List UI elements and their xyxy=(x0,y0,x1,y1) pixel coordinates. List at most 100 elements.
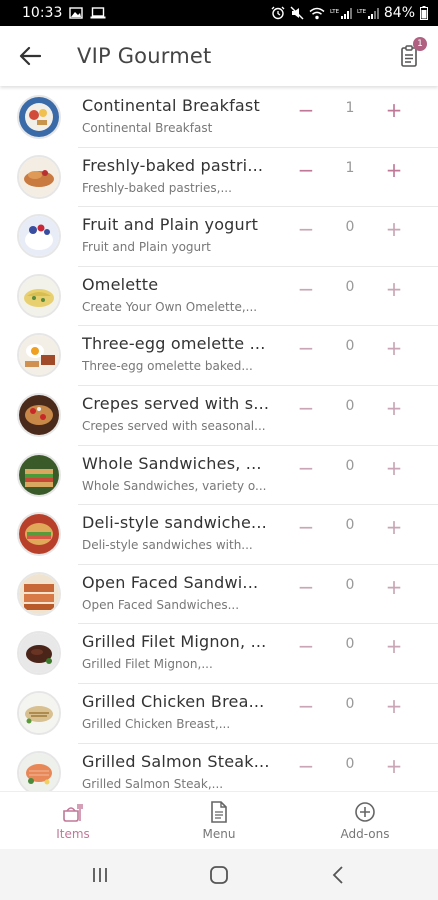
tab-items-label: Items xyxy=(56,826,90,841)
item-quantity: 1 xyxy=(345,159,355,176)
minus-icon: − xyxy=(297,98,315,122)
decrease-quantity-button[interactable]: − xyxy=(292,92,320,128)
item-name: Freshly-baked pastri... xyxy=(82,155,264,175)
increase-quantity-button[interactable]: + xyxy=(380,92,408,128)
menu-item-row[interactable]: Grilled Filet Mignon, ... Grilled Filet … xyxy=(0,624,438,684)
item-quantity: 0 xyxy=(345,636,355,653)
tab-menu[interactable]: Menu xyxy=(146,792,292,849)
increase-quantity-button[interactable]: + xyxy=(380,748,408,784)
increase-quantity-button[interactable]: + xyxy=(380,569,408,605)
item-name: Grilled Chicken Brea... xyxy=(82,691,265,711)
increase-quantity-button[interactable]: + xyxy=(380,509,408,545)
system-back-button[interactable] xyxy=(318,855,358,895)
decrease-quantity-button[interactable]: − xyxy=(292,152,320,188)
decrease-quantity-button[interactable]: − xyxy=(292,211,320,247)
back-button[interactable] xyxy=(0,26,60,86)
increase-quantity-button[interactable]: + xyxy=(380,688,408,724)
decrease-quantity-button[interactable]: − xyxy=(292,271,320,307)
svg-text:LTE: LTE xyxy=(357,9,367,15)
menu-item-row[interactable]: Grilled Salmon Steak... Grilled Salmon S… xyxy=(0,744,438,791)
alarm-icon xyxy=(271,6,285,20)
item-quantity: 0 xyxy=(345,397,355,414)
item-description: Crepes served with seasonal... xyxy=(82,418,266,433)
item-quantity: 0 xyxy=(345,278,355,295)
item-description: Open Faced Sandwiches... xyxy=(82,597,240,612)
decrease-quantity-button[interactable]: − xyxy=(292,330,320,366)
minus-icon: − xyxy=(297,276,315,301)
item-name: Deli-style sandwiche... xyxy=(82,513,267,533)
menu-item-row[interactable]: Continental Breakfast Continental Breakf… xyxy=(0,88,438,148)
item-quantity: 0 xyxy=(345,219,355,236)
back-chevron-icon xyxy=(333,865,343,884)
plus-icon: + xyxy=(385,515,403,540)
minus-icon: − xyxy=(297,455,315,480)
decrease-quantity-button[interactable]: − xyxy=(292,509,320,545)
minus-icon: − xyxy=(297,217,315,242)
item-name: Grilled Filet Mignon, ... xyxy=(82,632,267,652)
item-description: Freshly-baked pastries,... xyxy=(82,180,232,195)
plus-icon: + xyxy=(385,217,403,242)
mute-icon xyxy=(290,6,304,20)
item-name: Omelette xyxy=(82,274,159,294)
item-description: Create Your Own Omelette,... xyxy=(82,299,258,314)
plus-icon: + xyxy=(385,98,403,122)
menu-item-row[interactable]: Whole Sandwiches, ... Whole Sandwiches, … xyxy=(0,446,438,506)
plus-icon: + xyxy=(385,336,403,361)
decrease-quantity-button[interactable]: − xyxy=(292,569,320,605)
plus-icon: + xyxy=(385,753,403,778)
recents-button[interactable] xyxy=(80,855,120,895)
item-description: Grilled Salmon Steak,... xyxy=(82,776,224,791)
increase-quantity-button[interactable]: + xyxy=(380,152,408,188)
salmon-steak-photo xyxy=(17,750,61,791)
menu-item-row[interactable]: Fruit and Plain yogurt Fruit and Plain y… xyxy=(0,207,438,267)
minus-icon: − xyxy=(297,574,315,599)
increase-quantity-button[interactable]: + xyxy=(380,390,408,426)
item-description: Fruit and Plain yogurt xyxy=(82,240,211,255)
yogurt-photo xyxy=(17,214,61,259)
increase-quantity-button[interactable]: + xyxy=(380,271,408,307)
menu-item-row[interactable]: Grilled Chicken Brea... Grilled Chicken … xyxy=(0,684,438,744)
increase-quantity-button[interactable]: + xyxy=(380,628,408,664)
item-name: Grilled Salmon Steak... xyxy=(82,751,270,771)
order-button[interactable]: 1 xyxy=(385,26,435,86)
menu-item-row[interactable]: Three-egg omelette ... Three-egg omelett… xyxy=(0,326,438,386)
tab-add-ons[interactable]: Add-ons xyxy=(292,792,438,849)
home-button[interactable] xyxy=(199,855,239,895)
minus-icon: − xyxy=(297,515,315,540)
plus-icon: + xyxy=(385,693,403,718)
item-name: Crepes served with s... xyxy=(82,393,270,413)
menu-item-row[interactable]: Crepes served with s... Crepes served wi… xyxy=(0,386,438,446)
menu-item-list[interactable]: Continental Breakfast Continental Breakf… xyxy=(0,86,438,791)
decrease-quantity-button[interactable]: − xyxy=(292,628,320,664)
system-navigation-bar xyxy=(0,849,438,900)
pastries-photo xyxy=(17,154,61,199)
plus-icon: + xyxy=(385,395,403,420)
arrow-left-icon xyxy=(19,46,41,66)
cart-count-badge: 1 xyxy=(413,37,427,51)
increase-quantity-button[interactable]: + xyxy=(380,330,408,366)
menu-item-row[interactable]: Deli-style sandwiche... Deli-style sandw… xyxy=(0,505,438,565)
decrease-quantity-button[interactable]: − xyxy=(292,390,320,426)
menu-item-row[interactable]: Open Faced Sandwi... Open Faced Sandwich… xyxy=(0,565,438,625)
item-description: Three-egg omelette baked... xyxy=(82,359,253,374)
increase-quantity-button[interactable]: + xyxy=(380,450,408,486)
laptop-icon xyxy=(90,7,106,19)
menu-item-row[interactable]: Freshly-baked pastri... Freshly-baked pa… xyxy=(0,148,438,208)
lte-signal-icon: LTE xyxy=(357,7,379,20)
decrease-quantity-button[interactable]: − xyxy=(292,450,320,486)
tab-menu-label: Menu xyxy=(202,826,236,841)
plus-icon: + xyxy=(385,574,403,599)
item-quantity: 0 xyxy=(345,517,355,534)
battery-percent: 84% xyxy=(383,5,415,21)
status-time: 10:33 xyxy=(22,5,63,21)
menu-item-row[interactable]: Omelette Create Your Own Omelette,... − … xyxy=(0,267,438,327)
food-items-icon xyxy=(63,803,83,822)
decrease-quantity-button[interactable]: − xyxy=(292,748,320,784)
tab-items[interactable]: Items xyxy=(0,792,146,849)
increase-quantity-button[interactable]: + xyxy=(380,211,408,247)
item-quantity: 1 xyxy=(345,100,355,116)
lte-signal-icon: LTE xyxy=(330,7,352,20)
item-description: Whole Sandwiches, variety o... xyxy=(82,478,267,493)
recents-icon xyxy=(92,867,107,882)
decrease-quantity-button[interactable]: − xyxy=(292,688,320,724)
